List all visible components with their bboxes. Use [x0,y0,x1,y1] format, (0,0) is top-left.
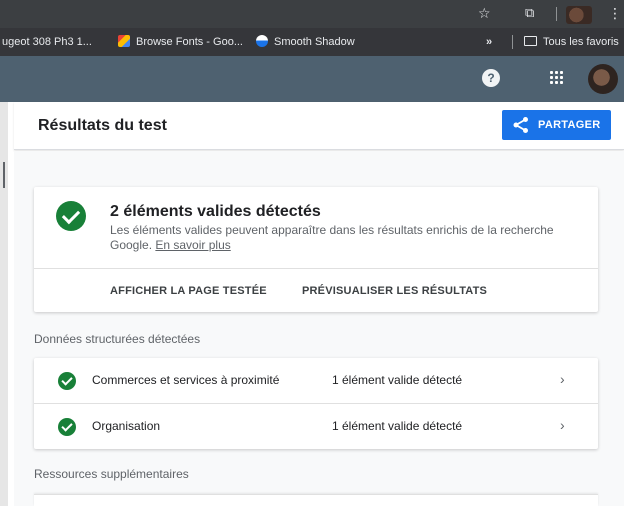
resources-card [34,494,598,506]
results-panel-header: Résultats du test PARTAGER [14,102,624,150]
structured-data-section-label: Données structurées détectées [34,332,201,346]
structured-data-list: Commerces et services à proximité 1 élém… [34,358,598,449]
bookmark-item[interactable]: ugeot 308 Ph3 1... [2,35,92,49]
learn-more-link[interactable]: En savoir plus [155,238,230,252]
page-edge [0,102,8,506]
all-bookmarks-label: Tous les favoris [543,36,619,48]
chevron-right-icon: › [560,417,565,433]
extension-icon[interactable]: ⧉ [525,5,534,21]
bookmark-label: ugeot 308 Ph3 1... [2,36,92,48]
check-circle-icon [58,372,76,390]
share-button[interactable]: PARTAGER [502,110,611,140]
chevron-right-icon: › [560,371,565,387]
bookmark-item[interactable]: Smooth Shadow [256,35,355,49]
bookmarks-overflow-button[interactable]: » [486,35,492,49]
smooth-shadow-icon [256,35,268,47]
app-header: ? [0,56,624,102]
help-icon[interactable]: ? [482,69,500,87]
bookmark-label: Smooth Shadow [274,36,355,48]
item-type-name: Commerces et services à proximité [92,373,280,387]
toolbar-divider [556,7,557,21]
bookmarks-divider [512,35,513,49]
apps-grid-icon[interactable] [550,71,564,85]
kebab-menu-icon[interactable]: ⋮ [608,5,622,21]
bookmark-label: Browse Fonts - Goo... [136,36,243,48]
folder-icon [524,36,537,46]
item-status: 1 élément valide détecté [332,373,463,387]
results-content: 2 éléments valides détectés Les éléments… [14,151,624,506]
account-avatar[interactable] [588,64,618,94]
list-item[interactable]: Commerces et services à proximité 1 élém… [34,358,598,403]
browser-toolbar: ☆ ⧉ ⋮ [0,0,624,28]
item-status: 1 élément valide détecté [332,419,463,433]
page-title: Résultats du test [38,117,167,134]
share-icon [513,117,528,133]
scroll-marker [3,162,5,188]
google-fonts-icon [118,35,130,47]
summary-card: 2 éléments valides détectés Les éléments… [34,187,598,312]
bookmarks-bar: ugeot 308 Ph3 1... Browse Fonts - Goo...… [0,28,624,56]
summary-title: 2 éléments valides détectés [110,203,321,220]
view-tested-page-button[interactable]: AFFICHER LA PAGE TESTÉE [110,285,267,297]
all-bookmarks-button[interactable]: Tous les favoris [524,35,619,49]
list-item[interactable]: Organisation 1 élément valide détecté › [34,403,598,448]
resources-section-label: Ressources supplémentaires [34,467,189,481]
check-circle-icon [56,201,86,231]
card-divider [34,268,598,269]
profile-avatar[interactable] [566,6,592,24]
check-circle-icon [58,418,76,436]
item-type-name: Organisation [92,419,161,433]
star-icon[interactable]: ☆ [478,5,491,21]
preview-results-button[interactable]: PRÉVISUALISER LES RÉSULTATS [302,285,487,297]
bookmark-item[interactable]: Browse Fonts - Goo... [118,35,243,49]
share-label: PARTAGER [538,119,601,131]
summary-description: Les éléments valides peuvent apparaître … [110,223,560,253]
